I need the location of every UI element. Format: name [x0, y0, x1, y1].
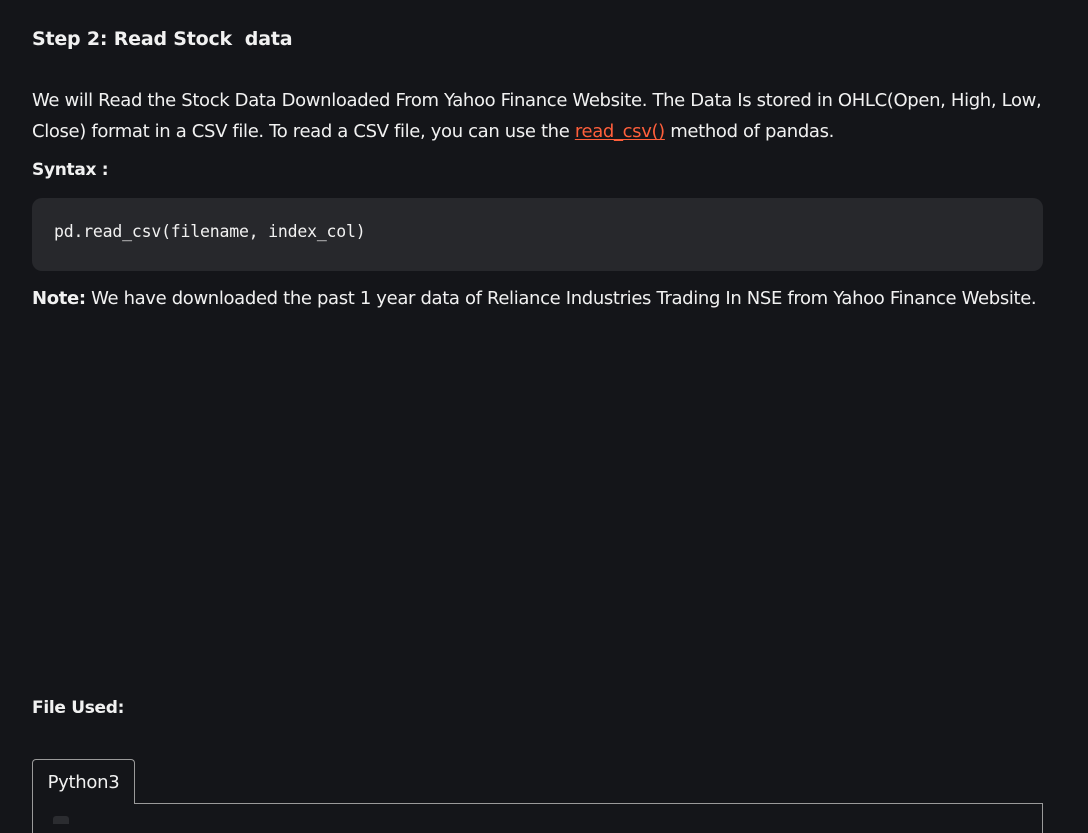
tab-python3[interactable]: Python3	[32, 759, 135, 804]
read-csv-link[interactable]: read_csv()	[575, 121, 665, 142]
code-tab-panel	[32, 803, 1043, 833]
syntax-code-block[interactable]: pd.read_csv(filename, index_col)	[32, 198, 1043, 271]
note-label: Note:	[32, 288, 86, 309]
syntax-label: Syntax :	[32, 160, 109, 180]
step-heading: Step 2: Read Stock data	[32, 28, 293, 50]
intro-paragraph: We will Read the Stock Data Downloaded F…	[32, 85, 1043, 147]
code-tab-bar: Python3	[32, 759, 1043, 833]
file-used-label: File Used:	[32, 698, 125, 718]
note-text: We have downloaded the past 1 year data …	[85, 288, 1037, 309]
intro-text-before-link: We will Read the Stock Data Downloaded F…	[32, 90, 1042, 142]
note-paragraph: Note: We have downloaded the past 1 year…	[32, 286, 1043, 312]
code-panel-icon	[53, 816, 69, 824]
syntax-code: pd.read_csv(filename, index_col)	[54, 222, 366, 241]
intro-text-after-link: method of pandas.	[664, 121, 835, 142]
